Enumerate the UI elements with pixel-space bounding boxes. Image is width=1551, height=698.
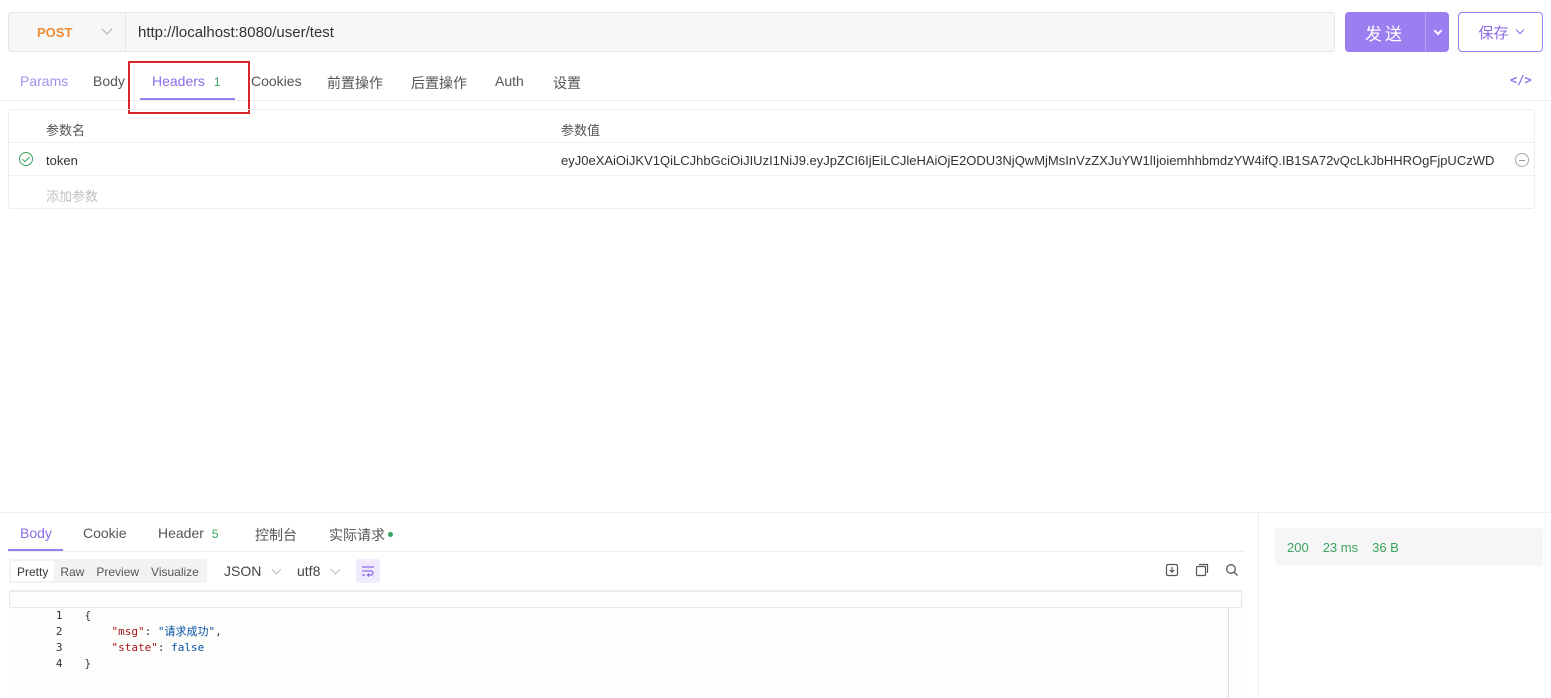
response-editor[interactable]: 1{ 2 "msg": "请求成功", 3 "state": false 4} [9,590,1242,698]
save-button[interactable]: 保存 [1458,12,1543,52]
enabled-check-icon[interactable] [19,152,33,166]
method-select[interactable]: POST [9,13,126,51]
col-param-name: 参数名 [46,123,86,138]
editor-scrollbar[interactable] [1228,608,1229,698]
current-line-highlight [9,591,1242,608]
chevron-down-icon [1515,25,1524,35]
tab-post-script[interactable]: 后置操作 [411,73,467,93]
type-select[interactable]: JSON [224,563,282,579]
tab-params[interactable]: Params [20,73,68,89]
copy-icon[interactable] [1195,563,1209,577]
json-key: "state" [111,641,158,654]
header-count-badge: 5 [211,527,219,541]
type-select-value: JSON [224,563,262,579]
resp-tab-header[interactable]: Header 5 [158,525,219,541]
wrap-lines-icon[interactable] [356,559,380,583]
status-code: 200 [1287,539,1309,555]
send-label: 发送 [1365,24,1405,44]
resp-tab-console[interactable]: 控制台 [255,525,297,545]
param-value-input[interactable]: eyJ0eXAiOiJKV1QiLCJhbGciOiJIUzI1NiJ9.eyJ… [561,153,1507,168]
request-bar: POST http://localhost:8080/user/test [8,12,1335,52]
table-header: 参数名 参数值 [9,110,1534,143]
line-number: 4 [55,657,63,670]
tab-settings[interactable]: 设置 [553,73,581,93]
resp-tab-header-label: Header [158,525,204,541]
param-name-input[interactable]: token [46,153,78,168]
code-line: 3 "state": false [9,624,204,654]
table-row: token eyJ0eXAiOiJKV1QiLCJhbGciOiJIUzI1Ni… [9,143,1534,176]
add-param-input[interactable]: 添加参数 [46,186,98,205]
send-button[interactable]: 发送 [1345,12,1449,52]
table-row-add: 添加参数 [9,176,1534,208]
search-icon[interactable] [1225,563,1239,577]
save-label: 保存 [1478,24,1509,42]
format-toggle: Pretty Raw Preview Visualize [9,559,207,583]
tab-cookies[interactable]: Cookies [251,73,302,89]
col-param-value: 参数值 [561,123,601,138]
highlight-annotation [128,61,250,114]
tab-body[interactable]: Body [93,73,125,89]
chevron-down-icon [271,564,282,575]
tab-pre-script[interactable]: 前置操作 [327,73,383,93]
resp-tab-cookie[interactable]: Cookie [83,525,127,541]
code-line: 2 "msg": "请求成功", [9,608,222,638]
resp-tab-body[interactable]: Body [20,525,52,541]
chevron-down-icon [101,23,113,35]
download-icon[interactable] [1165,563,1179,577]
format-preview-button[interactable]: Preview [90,561,145,581]
format-raw-button[interactable]: Raw [54,561,90,581]
method-label: POST [37,24,73,40]
response-status: 200 23 ms 36 B [1275,528,1543,566]
tab-auth[interactable]: Auth [495,73,524,89]
code-line: 1{ [9,592,91,622]
chevron-down-icon [330,564,341,575]
remove-row-icon[interactable] [1515,153,1529,167]
response-divider [0,512,1551,513]
format-visualize-button[interactable]: Visualize [145,561,205,581]
resp-tab-actual-request[interactable]: 实际请求 [329,525,393,545]
encoding-select-value: utf8 [297,563,321,579]
response-size: 36 B [1372,539,1399,555]
headers-table: 参数名 参数值 token eyJ0eXAiOiJKV1QiLCJhbGciOi… [8,109,1535,209]
status-dot-icon [388,532,393,538]
send-options-button[interactable] [1425,12,1449,52]
json-separator: : [157,641,172,654]
code-line: 4} [9,640,91,670]
code-icon[interactable]: </> [1510,73,1532,87]
json-value: false [171,641,205,654]
chevron-down-icon [1433,26,1442,35]
json-comma: , [215,625,222,638]
response-time: 23 ms [1322,539,1359,555]
response-vertical-divider [1258,512,1259,697]
resp-tab-actual-request-label: 实际请求 [329,527,385,543]
url-input[interactable]: http://localhost:8080/user/test [126,24,334,41]
resp-tabs-divider [8,551,1244,552]
code-text: } [84,657,92,670]
encoding-select[interactable]: utf8 [297,563,341,579]
format-pretty-button[interactable]: Pretty [11,561,55,581]
